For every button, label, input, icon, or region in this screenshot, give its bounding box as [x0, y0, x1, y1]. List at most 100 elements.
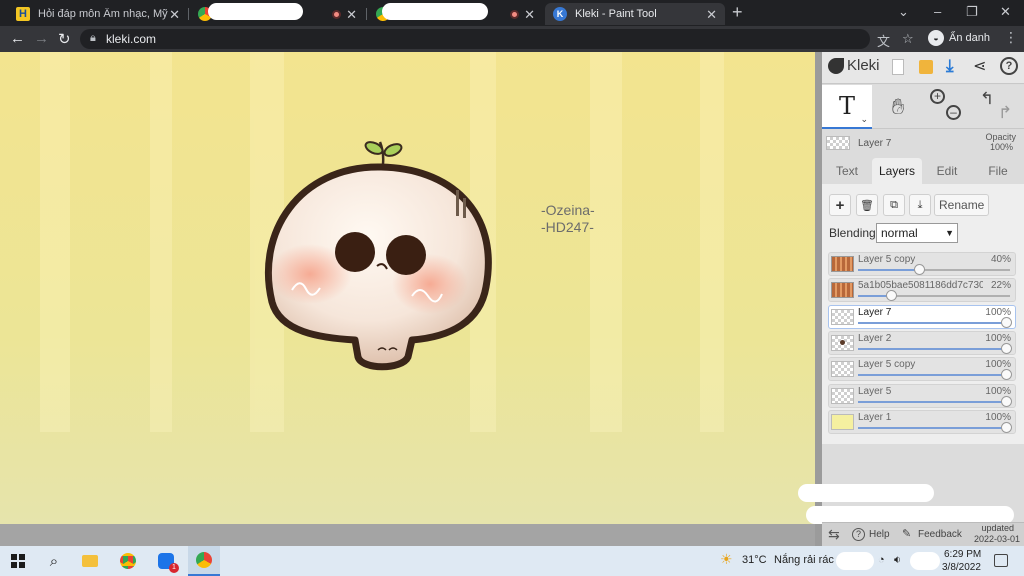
- clock-date[interactable]: 3/8/2022: [942, 562, 981, 573]
- zoom-in-icon[interactable]: +: [930, 89, 945, 104]
- opacity-slider[interactable]: [858, 342, 1012, 354]
- back-icon[interactable]: ←: [10, 30, 25, 47]
- address-bar[interactable]: 🔒︎ kleki.com: [80, 29, 870, 49]
- tab-separator: [366, 8, 367, 20]
- tab-close-icon[interactable]: ✕: [346, 7, 357, 23]
- tab-search-icon[interactable]: ⌄: [898, 4, 909, 20]
- opacity-slider[interactable]: [858, 421, 1012, 433]
- volume-icon[interactable]: 🔉︎: [894, 554, 901, 567]
- tab-separator: [188, 8, 189, 20]
- opacity-slider-fill: [858, 347, 1010, 350]
- close-window-icon[interactable]: ✕: [1000, 4, 1011, 20]
- redacted-area: [910, 552, 940, 570]
- layer-row[interactable]: Layer 7 100%: [828, 304, 1016, 329]
- panel-divider[interactable]: [815, 52, 822, 546]
- search-icon[interactable]: ⌕: [44, 551, 64, 571]
- tab-file[interactable]: File: [974, 158, 1022, 184]
- current-layer-header: Layer 7 Opacity 100%: [822, 130, 1024, 156]
- opacity-slider[interactable]: [858, 395, 1012, 407]
- tab-close-icon[interactable]: ✕: [169, 7, 180, 23]
- kleki-logo[interactable]: Kleki: [828, 57, 880, 74]
- opacity-slider-fill: [858, 426, 1010, 429]
- opacity-slider[interactable]: [858, 369, 1012, 381]
- watermark-line-1: -Ozeina-: [541, 202, 595, 218]
- opacity-slider-handle[interactable]: [1001, 369, 1012, 381]
- download-icon[interactable]: ⤓: [946, 56, 954, 76]
- file-explorer-icon[interactable]: [80, 551, 100, 571]
- layer-row[interactable]: Layer 5 copy 40%: [828, 252, 1016, 276]
- layer-row[interactable]: Layer 5 copy 100%: [828, 357, 1016, 382]
- reload-icon[interactable]: ↻: [58, 30, 71, 48]
- help-circle-icon: ?: [852, 528, 865, 541]
- merge-down-button[interactable]: ⤓: [909, 194, 931, 216]
- rename-layer-button[interactable]: Rename: [934, 194, 990, 216]
- opacity-slider[interactable]: [858, 316, 1012, 328]
- bookmark-star-icon[interactable]: ☆: [902, 31, 914, 47]
- trash-icon: 🗑︎: [860, 199, 874, 212]
- new-tab-icon[interactable]: +: [732, 2, 743, 23]
- layer-name: Layer 5: [858, 385, 892, 397]
- redo-icon[interactable]: ↱: [998, 103, 1012, 123]
- updated-date: 2022-03-01: [973, 534, 1020, 544]
- layer-opacity: 100%: [985, 385, 1011, 397]
- forward-icon[interactable]: →: [34, 30, 49, 47]
- zalo-icon[interactable]: 1: [156, 551, 179, 573]
- weather-icon: ☀︎: [720, 551, 733, 567]
- incognito-profile[interactable]: ◒ Ẩn danh: [928, 30, 990, 46]
- hand-tool-button[interactable]: ✋︎: [880, 85, 916, 129]
- share-icon[interactable]: ⋖: [973, 56, 986, 76]
- redacted-area: [798, 484, 934, 502]
- drawing-canvas[interactable]: -Ozeina- -HD247-: [0, 52, 815, 524]
- opacity-slider-handle[interactable]: [1001, 316, 1012, 328]
- minimize-icon[interactable]: –: [934, 4, 941, 19]
- tab-kleki[interactable]: K Kleki - Paint Tool ✕: [545, 3, 725, 25]
- help-icon[interactable]: ?: [1000, 57, 1018, 75]
- tab-hoidap[interactable]: H Hỏi đáp môn Âm nhạc, Mỹ thuật ✕: [8, 3, 188, 25]
- notification-icon[interactable]: [994, 554, 1008, 567]
- duplicate-layer-button[interactable]: ⧉: [883, 194, 905, 216]
- kleki-favicon-icon: K: [553, 7, 567, 21]
- swap-sides-icon[interactable]: ⇆: [828, 526, 840, 543]
- open-folder-icon[interactable]: [919, 60, 933, 74]
- opacity-slider-handle[interactable]: [1001, 395, 1012, 407]
- feedback-link[interactable]: Feedback: [918, 529, 962, 540]
- translate-icon[interactable]: 文: [877, 31, 890, 50]
- delete-layer-button[interactable]: 🗑︎: [856, 194, 878, 216]
- tab-close-icon[interactable]: ✕: [706, 7, 717, 23]
- layer-name: Layer 2: [858, 332, 892, 344]
- layer-thumbnail: [831, 334, 854, 351]
- merge-down-icon: ⤓: [917, 198, 923, 211]
- tab-layers[interactable]: Layers: [872, 158, 922, 184]
- layer-opacity: 100%: [985, 306, 1011, 318]
- profile-label: Ẩn danh: [949, 32, 990, 44]
- weather-text: Nắng rải rác: [774, 554, 834, 566]
- layer-row[interactable]: Layer 5 100%: [828, 383, 1016, 408]
- tab-close-icon[interactable]: ✕: [524, 7, 535, 23]
- clock-time[interactable]: 6:29 PM: [944, 549, 981, 560]
- opacity-slider[interactable]: [858, 290, 1010, 302]
- opacity-slider-handle[interactable]: [1001, 421, 1012, 433]
- layer-row[interactable]: Layer 1 100%: [828, 409, 1016, 434]
- menu-icon[interactable]: ⋮: [1004, 29, 1018, 46]
- chrome-active-icon[interactable]: [188, 546, 220, 576]
- blending-select[interactable]: normal ▼: [876, 223, 958, 243]
- undo-icon[interactable]: ↰: [980, 89, 994, 109]
- layer-row[interactable]: Layer 2 100%: [828, 330, 1016, 355]
- zoom-out-icon[interactable]: –: [946, 105, 961, 120]
- opacity-slider-handle[interactable]: [1001, 342, 1012, 354]
- tab-text[interactable]: Text: [824, 158, 870, 184]
- layer-row[interactable]: 5a1b05bae5081186dd7c730e 22%: [828, 278, 1016, 303]
- opacity-slider[interactable]: [858, 264, 1010, 275]
- chrome-icon[interactable]: [118, 551, 138, 571]
- network-icon[interactable]: ◔: [878, 554, 885, 566]
- help-link[interactable]: Help: [869, 529, 890, 540]
- layer-name: Layer 5 copy: [858, 359, 916, 371]
- opacity-slider-handle[interactable]: [913, 264, 925, 275]
- add-layer-button[interactable]: +: [829, 194, 851, 216]
- windows-start-icon[interactable]: [8, 551, 28, 571]
- text-tool-button[interactable]: T ⌄: [822, 85, 872, 129]
- new-image-icon[interactable]: [892, 59, 904, 75]
- opacity-slider-handle[interactable]: [886, 290, 898, 302]
- restore-icon[interactable]: ❐: [966, 4, 978, 20]
- tab-edit[interactable]: Edit: [924, 158, 970, 184]
